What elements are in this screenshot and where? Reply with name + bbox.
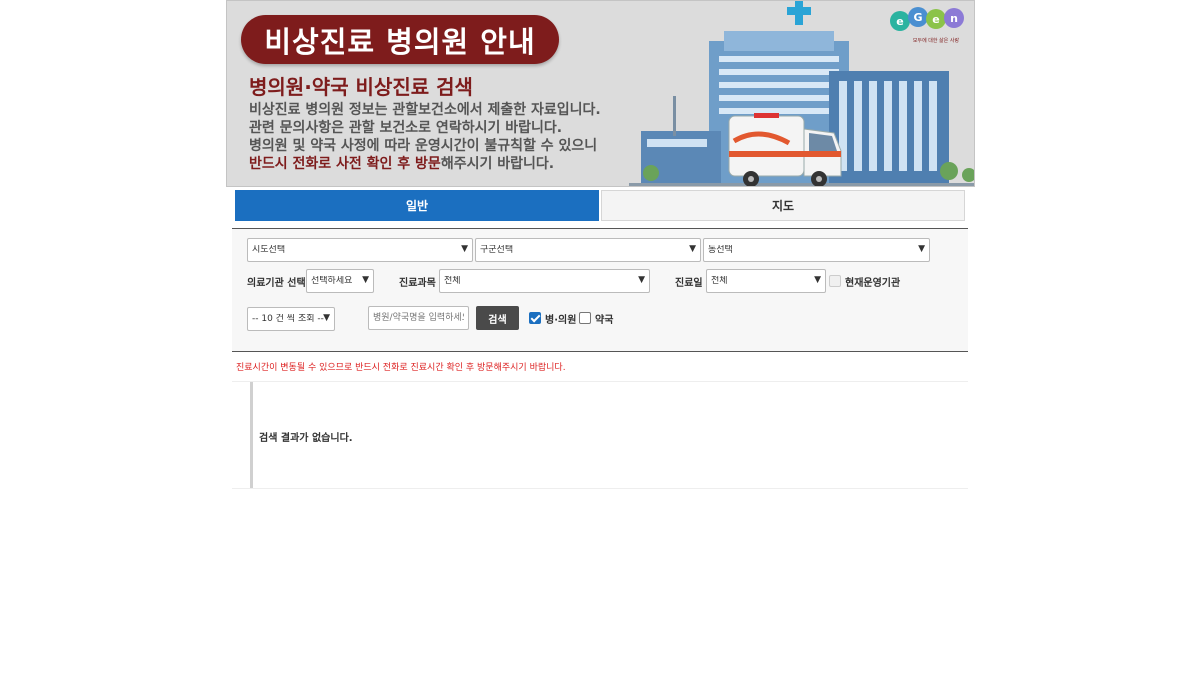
day-label: 진료일 [675,278,703,289]
banner-title: 비상진료 병의원 안내 [264,24,536,59]
department-select[interactable]: 전체 ▼ [439,268,650,293]
results-area: 검색 결과가 없습니다. [232,381,968,489]
banner-line-4: 반드시 전화로 사전 확인 후 방문해주시기 바랍니다. [249,155,601,173]
gugun-select[interactable]: 구군선택 ▼ [475,237,701,262]
banner-title-pill: 비상진료 병의원 안내 [241,15,559,64]
egen-logo: e G e n 모두에 대한 삶은 사랑 [890,7,964,44]
tab-map[interactable]: 지도 [601,190,965,221]
day-select[interactable]: 전체 ▼ [706,268,826,293]
institution-label: 의료기관 선택 [247,278,306,289]
search-button[interactable]: 검색 [476,306,519,330]
banner-line-2: 관련 문의사항은 관할 보건소로 연락하시기 바랍니다. [249,120,563,136]
banner-line-3: 병의원 및 약국 사정에 따라 운영시간이 불규칙할 수 있으니 [249,138,598,154]
hospital-label: 병·의원 [545,315,577,326]
svg-text:e: e [932,13,939,26]
page-size-select[interactable]: -- 10 건 씩 조회 -- ▼ [247,306,335,331]
sido-select[interactable]: 시도선택 ▼ [247,237,473,262]
sido-select-control[interactable]: 시도선택 [247,238,473,262]
svg-text:G: G [913,11,922,24]
pharmacy-checkbox[interactable] [579,312,591,324]
dong-select[interactable]: 동선택 ▼ [703,237,930,262]
pharmacy-label: 약국 [595,315,614,326]
page-size-select-control[interactable]: -- 10 건 씩 조회 -- [247,307,335,331]
svg-text:n: n [950,12,958,25]
search-panel: 시도선택 ▼ 구군선택 ▼ 동선택 ▼ 의료기관 선택 선택하세요 ▼ 진료과목… [232,228,968,352]
banner-description: 비상진료 병의원 정보는 관할보건소에서 제출한 자료입니다. 관련 문의사항은… [249,101,601,173]
logo-caption: 모두에 대한 삶은 사랑 [913,37,960,44]
keyword-input[interactable] [368,306,469,330]
banner-line-4-rest: 해주시기 바랍니다. [440,156,555,172]
institution-select[interactable]: 선택하세요 ▼ [306,268,374,293]
svg-text:e: e [896,15,903,28]
tab-general[interactable]: 일반 [235,190,599,221]
department-select-control[interactable]: 전체 [439,269,650,293]
hospital-checkbox[interactable] [529,312,541,324]
banner-subtitle: 병의원·약국 비상진료 검색 [249,75,473,99]
empty-results-message: 검색 결과가 없습니다. [259,433,353,444]
banner-line-1: 비상진료 병의원 정보는 관할보건소에서 제출한 자료입니다. [249,102,601,118]
banner-line-4-strong: 반드시 전화로 사전 확인 후 방문 [249,156,441,172]
department-label: 진료과목 [399,278,436,289]
gugun-select-control[interactable]: 구군선택 [475,238,701,262]
day-select-control[interactable]: 전체 [706,269,826,293]
results-divider [250,382,253,488]
view-tabs: 일반 지도 [235,190,965,221]
open-now-label: 현재운영기관 [845,278,901,289]
notice-text: 진료시간이 변동될 수 있으므로 반드시 전화로 진료시간 확인 후 방문해주시… [236,363,566,373]
institution-select-control[interactable]: 선택하세요 [306,269,374,293]
dong-select-control[interactable]: 동선택 [703,238,930,262]
banner: 비상진료 병의원 안내 병의원·약국 비상진료 검색 비상진료 병의원 정보는 … [226,0,975,187]
open-now-checkbox[interactable] [829,275,841,287]
